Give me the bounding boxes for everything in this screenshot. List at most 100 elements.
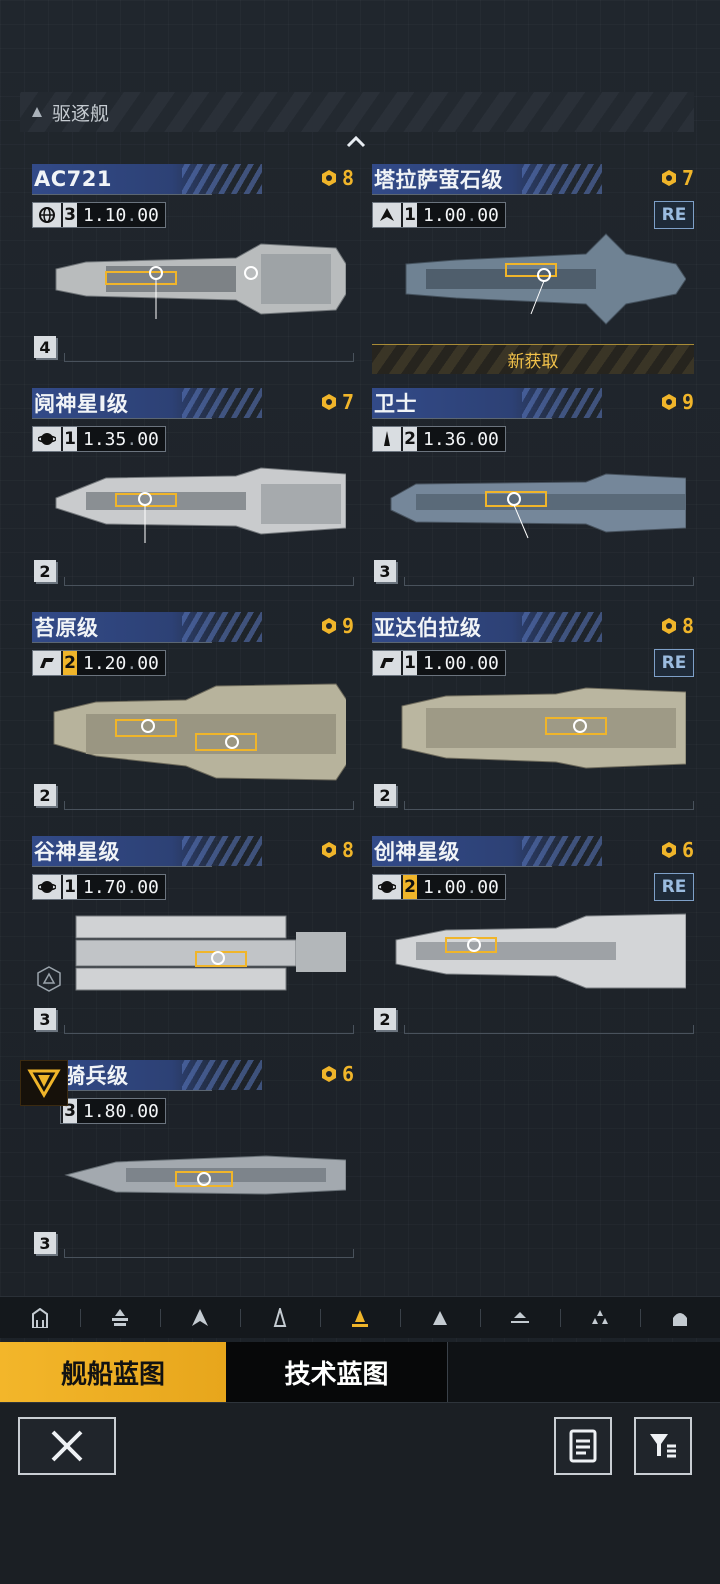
length-ruler xyxy=(404,801,694,810)
cost-value: 6 xyxy=(341,1062,354,1086)
ship-image xyxy=(55,467,346,543)
cost-badge: 7 xyxy=(320,390,354,414)
chevron-up-icon[interactable] xyxy=(346,134,366,148)
ship-card[interactable]: 亚达伯拉级 8 1 1.00. 00 RE 2 xyxy=(372,612,694,830)
fighter-icon[interactable] xyxy=(560,1297,640,1339)
divider xyxy=(32,418,212,419)
cost-badge: 8 xyxy=(660,614,694,638)
length-ruler xyxy=(64,577,354,586)
header-stripes xyxy=(182,164,262,194)
tier-badge: 3 xyxy=(34,1232,56,1254)
header-stripes xyxy=(182,388,262,418)
header-stripes xyxy=(522,836,602,866)
command-point-icon xyxy=(661,842,676,858)
ship-name: 卫士 xyxy=(374,392,417,416)
length-ruler xyxy=(404,577,694,586)
ship-name: 谷神星级 xyxy=(34,840,120,864)
divider xyxy=(372,194,552,195)
ship-image xyxy=(395,913,686,989)
destroyer-icon[interactable] xyxy=(320,1297,400,1339)
ship-card[interactable]: 卫士 9 2 1.36. 00 3 xyxy=(372,388,694,606)
ship-image xyxy=(401,687,686,769)
tier-badge: 3 xyxy=(34,1008,56,1030)
cost-value: 7 xyxy=(341,390,354,414)
ship-image xyxy=(64,1155,346,1195)
category-header[interactable]: 驱逐舰 xyxy=(20,92,694,132)
divider xyxy=(32,642,212,643)
command-point-icon xyxy=(321,394,336,410)
tier-badge: 2 xyxy=(34,784,56,806)
cost-value: 9 xyxy=(341,614,354,638)
command-point-icon xyxy=(321,842,336,858)
cruiser-icon[interactable] xyxy=(240,1297,320,1339)
tab-tech-blueprint[interactable]: 技术蓝图 xyxy=(226,1342,448,1402)
ship-card[interactable]: 谷神星级 8 1 1.70. 00 3 xyxy=(32,836,354,1054)
header-stripes xyxy=(182,836,262,866)
divider xyxy=(32,866,212,867)
header-stripes xyxy=(182,612,262,642)
ship-name: AC721 xyxy=(34,167,112,191)
ship-name: 创神星级 xyxy=(374,840,460,864)
ship-card[interactable]: 骑兵级 6 3 1.80. 00 3 xyxy=(32,1060,354,1278)
command-point-icon xyxy=(661,170,676,186)
tier-badge: 3 xyxy=(374,560,396,582)
command-point-icon xyxy=(321,170,336,186)
command-point-icon xyxy=(661,394,676,410)
carrier-icon[interactable] xyxy=(80,1297,160,1339)
command-point-icon xyxy=(321,618,336,634)
divider xyxy=(32,194,212,195)
blueprint-screen: 驱逐舰 AC721 8 3 1.10. 00 4 塔拉萨萤石级 7 1 1.00… xyxy=(0,0,720,1584)
header-stripes xyxy=(182,1060,262,1090)
divider xyxy=(372,418,552,419)
battlecruiser-icon[interactable] xyxy=(160,1297,240,1339)
length-ruler xyxy=(64,353,354,362)
ship-card[interactable]: AC721 8 3 1.10. 00 4 xyxy=(32,164,354,382)
new-acquired-banner: 新获取 xyxy=(372,344,694,374)
tab-ship-blueprint[interactable]: 舰船蓝图 xyxy=(0,1342,226,1402)
header-stripes xyxy=(522,164,602,194)
cost-badge: 6 xyxy=(320,1062,354,1086)
ship-name: 阋神星I级 xyxy=(34,392,129,416)
tier-badge: 2 xyxy=(374,784,396,806)
tier-badge: 2 xyxy=(374,1008,396,1030)
filter-button[interactable] xyxy=(634,1417,692,1475)
close-button[interactable] xyxy=(18,1417,116,1475)
ship-name: 亚达伯拉级 xyxy=(374,616,482,640)
aux-icon[interactable] xyxy=(640,1297,720,1339)
filter-icon xyxy=(650,1434,676,1458)
command-point-icon xyxy=(321,1066,336,1082)
ship-name: 塔拉萨萤石级 xyxy=(374,168,503,192)
ship-card[interactable]: 阋神星I级 7 1 1.35. 00 2 xyxy=(32,388,354,606)
corvette-icon[interactable] xyxy=(480,1297,560,1339)
warning-icon[interactable] xyxy=(20,1060,68,1106)
ship-name: 苔原级 xyxy=(34,616,99,640)
length-ruler xyxy=(64,801,354,810)
shield-icon xyxy=(36,966,62,992)
ship-card[interactable]: 创神星级 6 2 1.00. 00 RE 2 xyxy=(372,836,694,1054)
ship-card[interactable]: 塔拉萨萤石级 7 1 1.00. 00 RE 新获取 xyxy=(372,164,694,382)
ship-image xyxy=(75,915,346,991)
divider xyxy=(372,866,552,867)
ship-card[interactable]: 苔原级 9 2 1.20. 00 2 xyxy=(32,612,354,830)
ship-class-tabs xyxy=(0,1296,720,1338)
cost-value: 8 xyxy=(341,166,354,190)
frigate-icon[interactable] xyxy=(400,1297,480,1339)
tier-badge: 2 xyxy=(34,560,56,582)
station-icon[interactable] xyxy=(0,1297,80,1339)
cost-value: 9 xyxy=(681,390,694,414)
tier-badge: 4 xyxy=(34,336,56,358)
cost-value: 8 xyxy=(681,614,694,638)
cost-badge: 7 xyxy=(660,166,694,190)
bottom-toolbar xyxy=(0,1402,720,1584)
header-stripes xyxy=(522,612,602,642)
ship-image xyxy=(55,243,346,319)
cost-badge: 8 xyxy=(320,838,354,862)
close-icon xyxy=(51,1430,83,1462)
cost-value: 6 xyxy=(681,838,694,862)
destroyer-icon xyxy=(32,107,42,117)
category-label: 驱逐舰 xyxy=(52,102,110,125)
ship-image xyxy=(405,233,686,325)
cost-badge: 6 xyxy=(660,838,694,862)
document-icon xyxy=(569,1429,597,1463)
document-button[interactable] xyxy=(554,1417,612,1475)
